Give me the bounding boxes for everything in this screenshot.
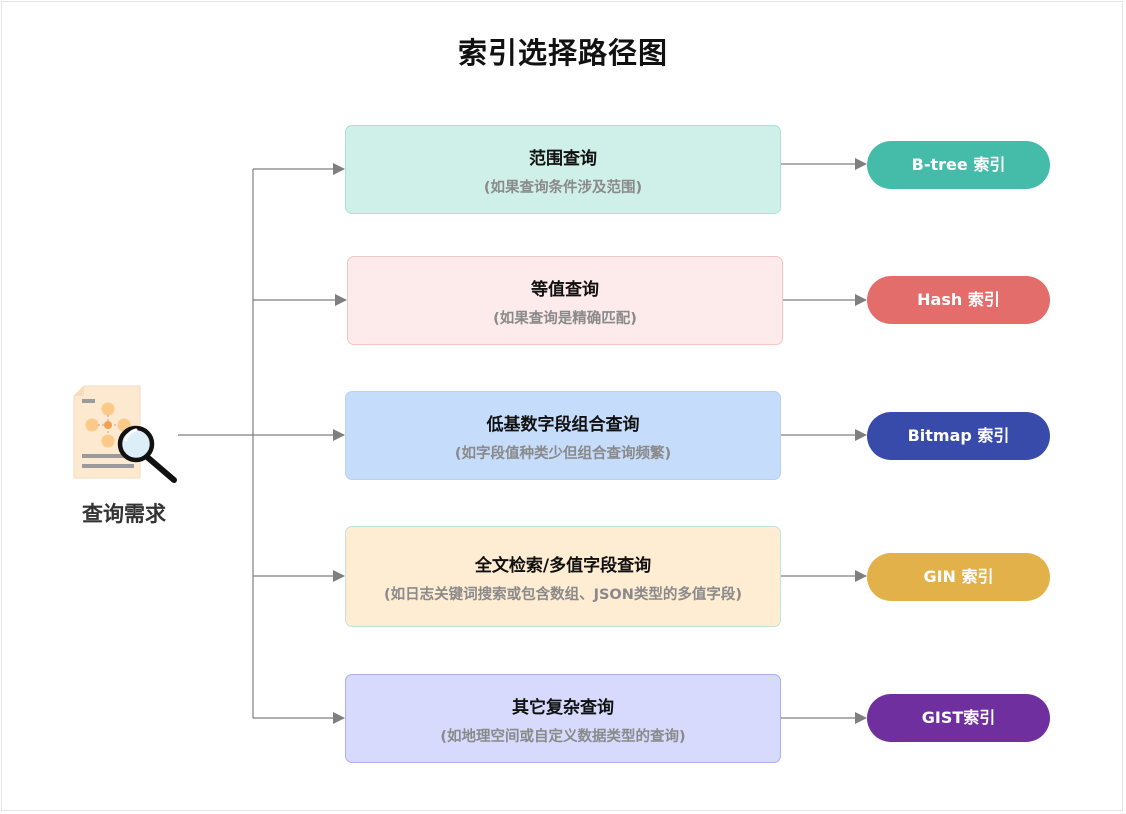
branch-box-complex-query: 其它复杂查询 (如地理空间或自定义数据类型的查询) bbox=[345, 674, 781, 763]
branch-box-low-cardinality-query: 低基数字段组合查询 (如字段值种类少但组合查询频繁) bbox=[345, 391, 781, 480]
source-label: 查询需求 bbox=[82, 502, 166, 526]
index-pill-hash: Hash 索引 bbox=[867, 276, 1050, 324]
document-search-icon bbox=[70, 382, 182, 490]
branch-box-fulltext-query: 全文检索/多值字段查询 (如日志关键词搜索或包含数组、JSON类型的多值字段) bbox=[345, 526, 781, 627]
branch-box-equality-query: 等值查询 (如果查询是精确匹配) bbox=[347, 256, 783, 345]
branch-subtitle: (如果查询条件涉及范围) bbox=[483, 180, 643, 196]
index-pill-btree: B-tree 索引 bbox=[867, 141, 1050, 189]
index-pill-gin: GIN 索引 bbox=[867, 553, 1050, 601]
branch-heading: 其它复杂查询 bbox=[512, 698, 614, 718]
index-pill-bitmap: Bitmap 索引 bbox=[867, 412, 1050, 460]
branch-box-range-query: 范围查询 (如果查询条件涉及范围) bbox=[345, 125, 781, 214]
branch-subtitle: (如果查询是精确匹配) bbox=[493, 311, 637, 327]
branch-heading: 全文检索/多值字段查询 bbox=[474, 556, 652, 576]
index-pill-gist: GIST索引 bbox=[867, 694, 1050, 742]
branch-subtitle: (如地理空间或自定义数据类型的查询) bbox=[440, 729, 686, 745]
branch-heading: 等值查询 bbox=[531, 280, 599, 300]
branch-subtitle: (如日志关键词搜索或包含数组、JSON类型的多值字段) bbox=[383, 587, 743, 603]
branch-heading: 低基数字段组合查询 bbox=[486, 415, 640, 435]
branch-subtitle: (如字段值种类少但组合查询频繁) bbox=[454, 446, 672, 462]
branch-heading: 范围查询 bbox=[529, 149, 597, 169]
